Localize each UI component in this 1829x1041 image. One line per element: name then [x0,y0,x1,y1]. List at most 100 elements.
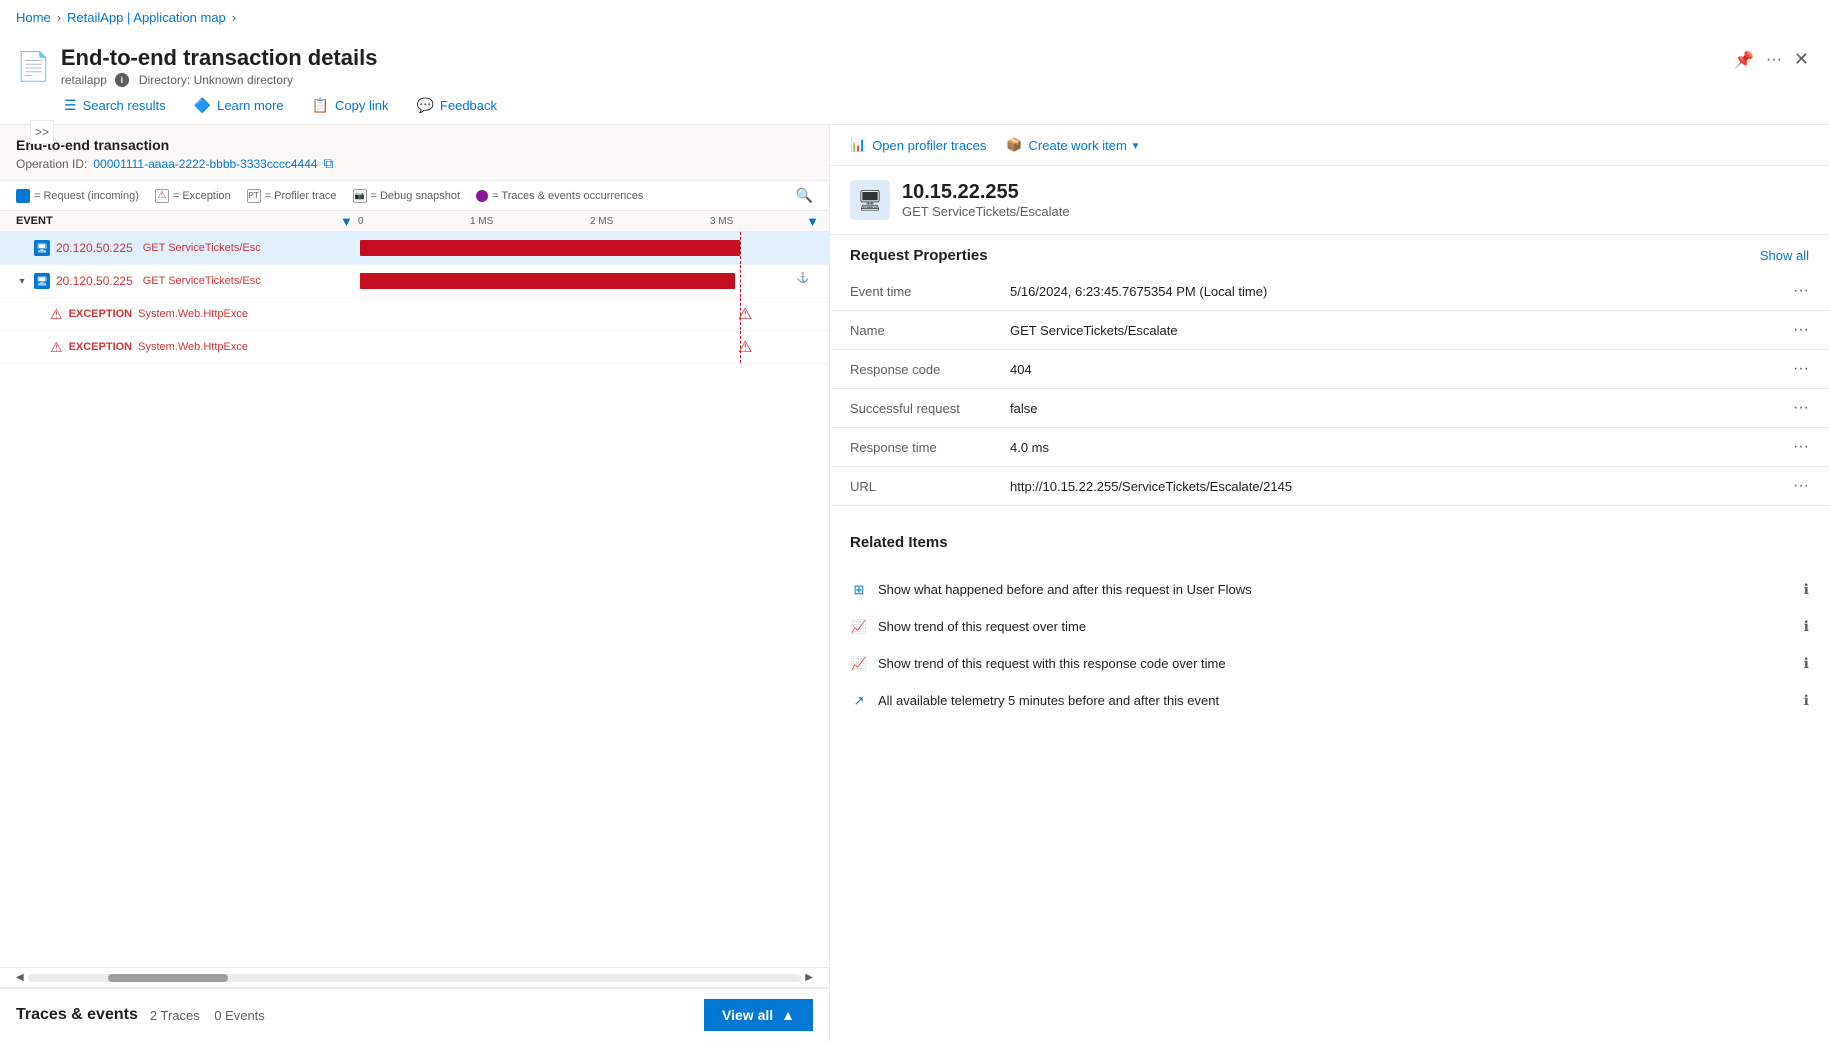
exception-label: EXCEPTION [69,308,133,320]
event-column-header: EVENT [16,215,53,227]
info-icon[interactable]: ℹ [1804,655,1809,672]
panel-title: End-to-end transaction details [61,45,378,71]
request-properties-section: Request Properties Show all [830,235,1829,272]
profiler-legend-box: PT [247,189,261,203]
breadcrumb-home[interactable]: Home [16,10,51,25]
chevron-up-icon: ▲ [781,1007,795,1023]
close-button[interactable]: ✕ [1790,45,1813,74]
expand-button[interactable] [16,243,28,254]
related-items-title: Related Items [850,534,948,551]
scrollbar-track[interactable] [28,974,802,982]
traces-title: Traces & events [16,1006,138,1024]
document-icon: 📄 [16,50,51,83]
expand-button[interactable] [32,342,44,353]
table-row[interactable]: 🖥 20.120.50.225 GET ServiceTickets/Esc [0,232,829,265]
exception-text: System.Web.HttpExce [138,341,248,353]
timeline-body[interactable]: 🖥 20.120.50.225 GET ServiceTickets/Esc ▾… [0,232,829,967]
collapse-button[interactable]: ▾ [16,276,28,287]
list-item[interactable]: ↗ All available telemetry 5 minutes befo… [830,682,1829,719]
exception-label: EXCEPTION [69,341,133,353]
scroll-left-button[interactable]: ◀ [16,972,24,983]
table-row[interactable]: ▾ 🖥 20.120.50.225 GET ServiceTickets/Esc… [0,265,829,298]
legend: = Request (incoming) ⚠ = Exception PT = … [0,181,829,211]
breadcrumb-app[interactable]: RetailApp | Application map [67,10,226,25]
search-results-button[interactable]: ☰ Search results [50,93,180,118]
copy-operation-id-icon[interactable]: ⧉ [324,155,334,172]
trend-icon: 📈 [850,619,868,635]
property-row: Response code 404 ··· [830,350,1829,389]
anchor-icon[interactable]: ⚓ [797,273,809,284]
operation-id: Operation ID: 00001111-aaaa-2222-bbbb-33… [16,155,813,172]
property-more-button[interactable]: ··· [1793,282,1809,300]
scroll-right-button[interactable]: ▶ [805,972,813,983]
subtitle-app: retailapp [61,73,107,87]
profiler-icon: 📊 [850,137,866,153]
sidebar-toggle[interactable]: >> [30,120,54,144]
timeline-bar [360,273,735,289]
show-all-button[interactable]: Show all [1760,248,1809,263]
table-row[interactable]: ⚠ EXCEPTION System.Web.HttpExce ⚠ [0,331,829,364]
search-results-icon: ☰ [64,97,77,114]
info-icon[interactable]: ℹ [1804,618,1809,635]
server-ip: 10.15.22.255 [902,181,1070,204]
server-avatar: 🖥 [850,180,890,220]
event-method: GET ServiceTickets/Esc [143,275,261,287]
main-area: End-to-end transaction Operation ID: 000… [0,125,1829,1041]
filter-icon-right: ▼ [806,214,819,229]
table-row[interactable]: ⚠ EXCEPTION System.Web.HttpExce ⚠ [0,298,829,331]
debug-legend-box: 📷 [353,189,367,203]
create-work-item-button[interactable]: 📦 Create work item ▾ [1006,137,1138,153]
time-mark-3ms: 3 MS [710,216,733,227]
scrollbar-thumb[interactable] [108,974,228,982]
subtitle-dir: Directory: Unknown directory [139,73,293,87]
list-item[interactable]: 📈 Show trend of this request over time ℹ [830,608,1829,645]
property-row: Name GET ServiceTickets/Escalate ··· [830,311,1829,350]
exception-legend-box: ⚠ [155,189,169,203]
open-profiler-button[interactable]: 📊 Open profiler traces [850,137,986,153]
panel-header: 📄 End-to-end transaction details retaila… [0,35,1829,87]
property-more-button[interactable]: ··· [1793,438,1809,456]
learn-more-icon: 🔷 [194,97,211,114]
dashed-line [740,331,741,363]
property-row: Event time 5/16/2024, 6:23:45.7675354 PM… [830,272,1829,311]
dashed-line [740,265,741,297]
info-icon[interactable]: ℹ [1804,692,1809,709]
property-more-button[interactable]: ··· [1793,321,1809,339]
exception-text: System.Web.HttpExce [138,308,248,320]
copy-link-icon: 📋 [312,97,329,114]
time-mark-2ms: 2 MS [590,216,613,227]
scrollbar-area: ◀ ▶ [0,967,829,987]
expand-button[interactable] [32,309,44,320]
telemetry-icon: ↗ [850,693,868,709]
copy-link-button[interactable]: 📋 Copy link [298,93,403,118]
list-item[interactable]: ⊞ Show what happened before and after th… [830,571,1829,608]
server-info: 🖥 10.15.22.255 GET ServiceTickets/Escala… [830,166,1829,235]
transaction-header: End-to-end transaction Operation ID: 000… [0,125,829,181]
related-items-list: ⊞ Show what happened before and after th… [830,559,1829,731]
feedback-button[interactable]: 💬 Feedback [402,93,511,118]
learn-more-button[interactable]: 🔷 Learn more [180,93,298,118]
event-method: GET ServiceTickets/Esc [143,242,261,254]
event-ip[interactable]: 20.120.50.225 [56,274,133,288]
pin-button[interactable]: 📌 [1730,46,1758,74]
toolbar: >> ☰ Search results 🔷 Learn more 📋 Copy … [0,87,1829,125]
work-item-icon: 📦 [1006,137,1022,153]
property-more-button[interactable]: ··· [1793,360,1809,378]
info-icon[interactable]: ℹ [1804,581,1809,598]
dashed-line [740,298,741,330]
search-icon[interactable]: 🔍 [796,187,813,204]
user-flows-icon: ⊞ [850,582,868,598]
more-options-button[interactable]: ··· [1762,47,1786,73]
event-ip[interactable]: 20.120.50.225 [56,241,133,255]
dashed-line [740,232,741,264]
list-item[interactable]: 📈 Show trend of this request with this r… [830,645,1829,682]
server-icon: 🖥 [34,273,50,289]
property-row: Successful request false ··· [830,389,1829,428]
view-all-button[interactable]: View all ▲ [704,999,813,1031]
trend-response-icon: 📈 [850,656,868,672]
time-mark-0: 0 [358,216,364,227]
property-more-button[interactable]: ··· [1793,477,1809,495]
left-panel: End-to-end transaction Operation ID: 000… [0,125,830,1041]
property-more-button[interactable]: ··· [1793,399,1809,417]
traces-footer: Traces & events 2 Traces 0 Events View a… [0,987,829,1041]
